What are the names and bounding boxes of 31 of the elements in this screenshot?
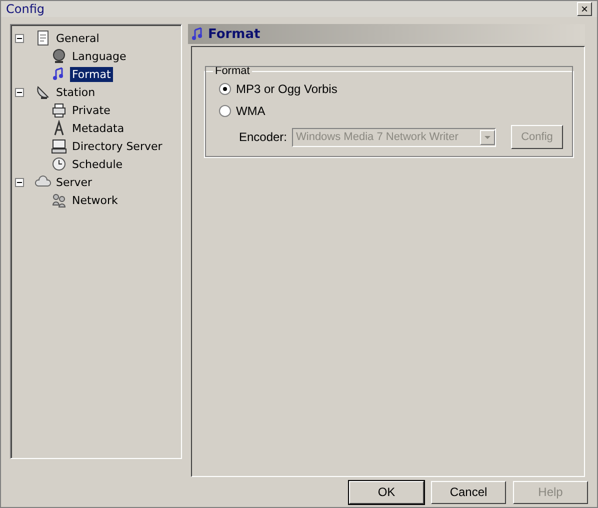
tree-item[interactable]: Server: [54, 174, 94, 190]
globe-icon: [51, 48, 67, 64]
close-button[interactable]: ×: [577, 2, 592, 16]
radio-label: WMA: [236, 104, 266, 118]
tree-item[interactable]: Language: [70, 48, 128, 64]
tree-item[interactable]: Format: [70, 66, 113, 82]
radio-label: MP3 or Ogg Vorbis: [236, 82, 338, 96]
tree-item[interactable]: Schedule: [70, 156, 125, 172]
encoder-label: Encoder:: [238, 130, 287, 144]
dialog-button[interactable]: OK: [349, 480, 424, 504]
panel-title: Format: [208, 26, 260, 42]
clock-icon: [51, 156, 67, 172]
collapse-toggle[interactable]: [15, 88, 24, 97]
tree-item[interactable]: Metadata: [70, 120, 126, 136]
computer-icon: [51, 138, 67, 154]
tree-item[interactable]: Directory Server: [70, 138, 164, 154]
satellite-dish-icon: [35, 84, 51, 100]
collapse-toggle[interactable]: [15, 178, 24, 187]
radio-button[interactable]: [218, 105, 231, 118]
tree-item[interactable]: Network: [70, 192, 120, 208]
printer-icon: [51, 102, 67, 118]
tree-item[interactable]: Station: [54, 84, 98, 100]
tree-item[interactable]: General: [54, 30, 102, 46]
tree-item[interactable]: Private: [70, 102, 112, 118]
group-title: Format: [214, 65, 251, 78]
people-icon: [51, 192, 67, 208]
dialog-button[interactable]: Cancel: [431, 480, 506, 504]
window-title: Config: [6, 2, 45, 16]
radio-button[interactable]: [218, 83, 231, 96]
document-icon: [35, 30, 51, 46]
collapse-toggle[interactable]: [15, 34, 24, 43]
